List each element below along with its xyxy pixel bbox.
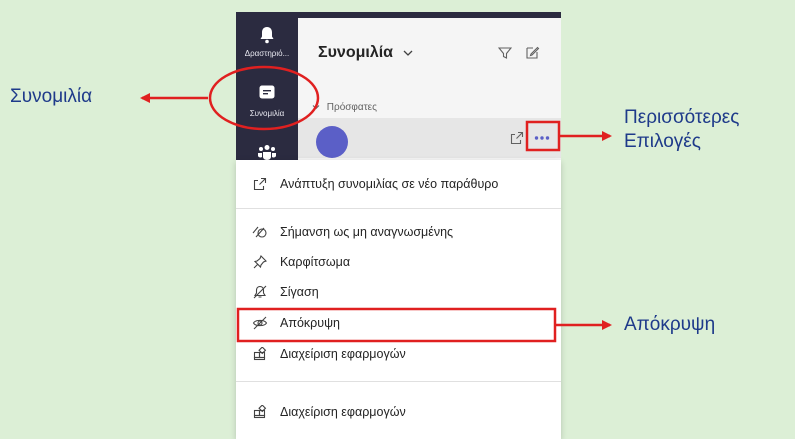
more-options-highlight-box: [525, 120, 561, 152]
annotation-overlay: [140, 65, 612, 343]
chat-highlight-ellipse: [208, 65, 320, 131]
hide-highlight-box: [236, 307, 557, 343]
